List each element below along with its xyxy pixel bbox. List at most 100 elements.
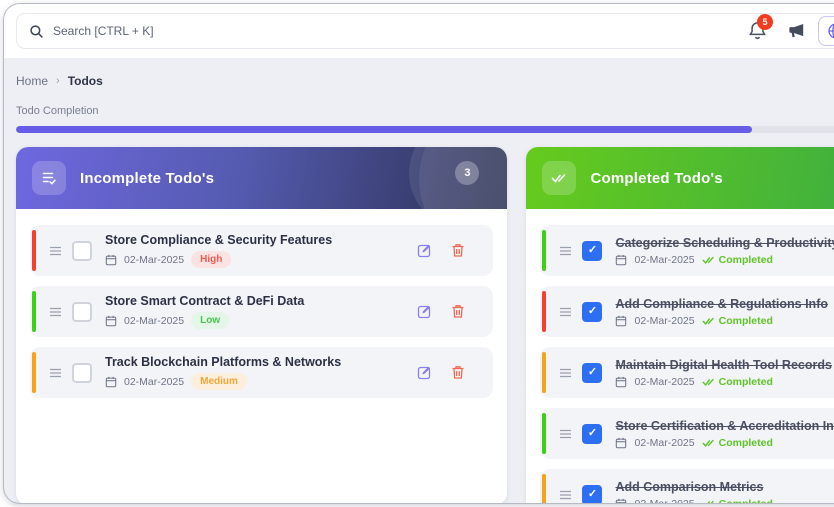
search-placeholder: Search [CTRL + K] [53,24,154,38]
priority-badge: Low [191,312,229,329]
todo-checkbox[interactable] [582,363,602,383]
incomplete-card-header: Incomplete Todo's 3 [16,147,507,209]
todo-meta: 02-Mar-2025 High [105,251,407,268]
todo-columns: Incomplete Todo's 3 Store Compliance & S… [16,147,834,503]
completed-header-iconbox [542,161,576,195]
todo-text-block: Store Certification & Accreditation Info… [615,419,834,449]
chevron-right-icon: › [56,75,60,87]
todo-date: 02-Mar-2025 [124,315,184,327]
completed-list: Categorize Scheduling & Productivity App… [526,209,834,503]
priority-accent-bar [32,230,36,271]
todo-item: Add Compliance & Regulations Info 02-Mar… [540,286,834,337]
drag-handle-icon[interactable] [560,429,571,439]
todo-meta: 02-Mar-2025 Medium [105,373,407,390]
edit-button[interactable] [417,304,432,319]
todo-date: 02-Mar-2025 [634,437,694,449]
todo-text-block: Store Compliance & Security Features 02-… [105,233,407,268]
todo-meta: 02-Mar-2025 Completed [615,376,834,388]
delete-button[interactable] [451,304,465,319]
todo-title: Maintain Digital Health Tool Records [615,358,834,372]
todo-checkbox[interactable] [582,424,602,444]
todo-item: Categorize Scheduling & Productivity App… [540,225,834,276]
todo-checkbox[interactable] [72,241,92,261]
search-input[interactable]: Search [CTRL + K] [16,13,834,49]
language-button[interactable] [818,16,834,46]
priority-accent-bar [32,352,36,393]
notification-count-badge: 5 [757,14,773,30]
todo-item: Store Smart Contract & DeFi Data 02-Mar-… [30,286,493,337]
completed-status: Completed [702,437,773,449]
priority-accent-bar [32,291,36,332]
todo-date: 02-Mar-2025 [634,254,694,266]
todo-item: Maintain Digital Health Tool Records 02-… [540,347,834,398]
todo-date: 02-Mar-2025 [634,315,694,327]
todo-item: Store Certification & Accreditation Info… [540,408,834,459]
todo-text-block: Track Blockchain Platforms & Networks 02… [105,355,407,390]
drag-handle-icon[interactable] [560,368,571,378]
todo-item: Store Compliance & Security Features 02-… [30,225,493,276]
drag-handle-icon[interactable] [560,490,571,500]
delete-button[interactable] [451,365,465,380]
priority-accent-bar [542,291,546,332]
completed-status-label: Completed [719,498,773,504]
breadcrumb-home[interactable]: Home [16,74,48,88]
drag-handle-icon[interactable] [50,246,61,256]
completed-status: Completed [702,254,773,266]
edit-button[interactable] [417,365,432,380]
completed-status: Completed [702,498,773,504]
todo-date: 02-Mar-2025 [124,376,184,388]
todo-meta: 02-Mar-2025 Completed [615,437,834,449]
edit-button[interactable] [417,243,432,258]
todo-actions [417,243,465,258]
drag-handle-icon[interactable] [560,307,571,317]
progress-fill [16,126,752,133]
screenshot-stage: Search [CTRL + K] 5 [0,0,834,507]
todo-checkbox[interactable] [72,302,92,322]
calendar-icon [105,376,117,388]
page-content: Home › Todos Todo Completion [4,58,834,503]
completed-status-label: Completed [719,437,773,449]
priority-accent-bar [542,352,546,393]
breadcrumb: Home › Todos [16,74,834,88]
calendar-icon [615,315,627,327]
drag-handle-icon[interactable] [50,368,61,378]
calendar-icon [615,498,627,504]
completed-card-title: Completed Todo's [590,170,722,187]
todo-text-block: Add Comparison Metrics 02-Mar-2025 Compl… [615,480,834,504]
todo-text-block: Categorize Scheduling & Productivity App… [615,236,834,266]
todo-checkbox[interactable] [582,302,602,322]
delete-button[interactable] [451,243,465,258]
calendar-icon [615,437,627,449]
announcements-button[interactable] [788,23,806,44]
todo-checkbox[interactable] [72,363,92,383]
search-icon [29,24,44,39]
todo-date: 02-Mar-2025 [634,498,694,504]
completed-card-header: Completed Todo's [526,147,834,209]
calendar-icon [615,376,627,388]
todo-item: Track Blockchain Platforms & Networks 02… [30,347,493,398]
completed-status: Completed [702,376,773,388]
todo-meta: 02-Mar-2025 Completed [615,498,834,504]
incomplete-card: Incomplete Todo's 3 Store Compliance & S… [16,147,507,503]
todo-meta: 02-Mar-2025 Completed [615,254,834,266]
todo-actions [417,365,465,380]
todo-text-block: Store Smart Contract & DeFi Data 02-Mar-… [105,294,407,329]
todo-checkbox[interactable] [582,485,602,504]
todo-title: Add Compliance & Regulations Info [615,297,834,311]
notifications-button[interactable]: 5 [748,21,767,46]
breadcrumb-current: Todos [68,74,103,88]
double-check-icon [702,499,715,504]
double-check-icon [702,377,715,387]
completed-card: Completed Todo's Categorize Scheduling &… [526,147,834,503]
progress-label: Todo Completion [16,105,834,117]
double-check-icon [702,316,715,326]
topbar: Search [CTRL + K] 5 [4,4,834,58]
drag-handle-icon[interactable] [50,307,61,317]
drag-handle-icon[interactable] [560,246,571,256]
completed-status-label: Completed [719,376,773,388]
todo-date: 02-Mar-2025 [634,376,694,388]
double-check-icon [702,255,715,265]
priority-badge: Medium [191,373,247,390]
completed-status-label: Completed [719,254,773,266]
todo-checkbox[interactable] [582,241,602,261]
